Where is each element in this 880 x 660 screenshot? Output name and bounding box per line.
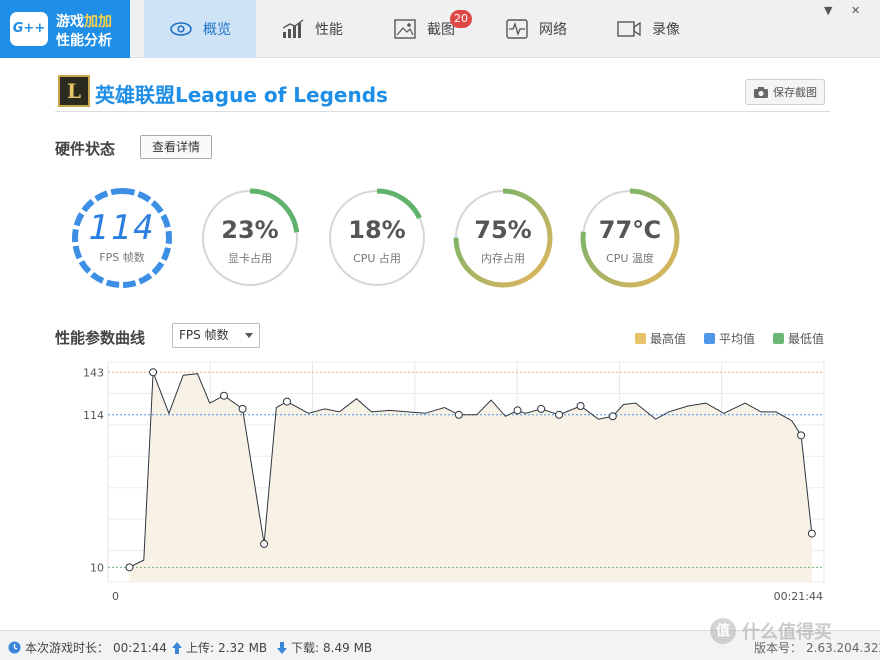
duration-label: 本次游戏时长： xyxy=(25,641,110,655)
cpu-temp-gauge: 77℃ CPU 温度 xyxy=(578,186,682,290)
metric-select[interactable]: FPS 帧数 xyxy=(172,323,260,348)
fps-data-point xyxy=(608,412,617,421)
fps-data-point xyxy=(576,402,585,410)
duration-value: 00:21:44 xyxy=(113,640,167,655)
x-end-label: 00:21:44 xyxy=(774,590,823,603)
cpu-usage-gauge: 18% CPU 占用 xyxy=(325,186,429,290)
tab-label: 概览 xyxy=(203,22,231,38)
fps-area xyxy=(129,372,812,582)
screenshot-count-badge: 20 xyxy=(450,10,472,28)
arrow-down-icon xyxy=(277,641,287,654)
fps-data-point xyxy=(260,539,269,548)
tab-label: 网络 xyxy=(539,22,567,38)
tab-label: 性能 xyxy=(315,22,343,38)
x-start-label: 0 xyxy=(112,590,119,603)
fps-data-point xyxy=(283,397,291,406)
download-stat: 下载: 8.49 MB xyxy=(277,639,372,656)
save-screenshot-button[interactable]: 保存截图 xyxy=(745,79,825,105)
cpu-temp-value: 77℃ xyxy=(598,216,662,244)
clock-icon xyxy=(8,641,21,654)
legend-swatch-max xyxy=(635,333,646,344)
memory-usage-gauge: 75% 内存占用 xyxy=(451,186,555,290)
reference-label-114: 114 xyxy=(83,409,104,422)
game-logo: L xyxy=(58,75,90,107)
download-value: 8.49 MB xyxy=(323,640,373,655)
fps-data-point xyxy=(797,431,806,440)
camera-icon xyxy=(754,86,768,98)
menu-dropdown-icon[interactable]: ▼ xyxy=(824,4,832,17)
reference-label-143: 143 xyxy=(83,366,104,379)
tab-performance[interactable]: 性能 xyxy=(256,0,368,58)
fps-line-chart: 143 114 10 0 00:21:44 xyxy=(83,361,825,603)
logo-badge: G++ xyxy=(10,12,48,46)
pulse-icon xyxy=(506,19,528,39)
game-duration: 本次游戏时长： 00:21:44 xyxy=(8,639,167,656)
memory-usage-label: 内存占用 xyxy=(481,252,525,265)
fps-data-point xyxy=(513,406,522,415)
game-title: 英雄联盟League of Legends xyxy=(95,83,388,107)
top-bar: G++ 游戏加加 性能分析 概览 性能 截图 20 网络 录像 ▼ ✕ xyxy=(0,0,880,58)
view-details-button[interactable]: 查看详情 xyxy=(140,135,212,159)
cpu-usage-value: 18% xyxy=(348,216,406,244)
fps-data-point xyxy=(807,529,816,538)
gpu-usage-value: 23% xyxy=(221,216,279,244)
tab-overview[interactable]: 概览 xyxy=(144,0,256,58)
legend-min: 最低值 xyxy=(773,330,824,347)
memory-usage-value: 75% xyxy=(474,216,532,244)
image-icon xyxy=(394,19,416,39)
tab-screenshot[interactable]: 截图 20 xyxy=(368,0,480,58)
fps-gauge: 114 FPS 帧数 xyxy=(70,186,174,290)
gpu-usage-gauge: 23% 显卡占用 xyxy=(198,186,302,290)
cpu-usage-label: CPU 占用 xyxy=(353,252,401,265)
cpu-temp-label: CPU 温度 xyxy=(606,252,654,265)
fps-data-point xyxy=(149,368,158,377)
video-icon xyxy=(617,21,641,37)
gpu-usage-label: 显卡占用 xyxy=(228,252,272,265)
fps-data-point xyxy=(238,404,247,413)
legend-label-avg: 平均值 xyxy=(719,332,756,346)
logo-text-a: 游戏 xyxy=(56,14,84,30)
fps-label: FPS 帧数 xyxy=(99,251,145,264)
tab-recording[interactable]: 录像 xyxy=(592,0,704,58)
watermark-logo: 值 xyxy=(710,618,736,644)
legend-avg: 平均值 xyxy=(704,330,755,347)
legend-max: 最高值 xyxy=(635,330,686,347)
legend-label-min: 最低值 xyxy=(788,332,825,346)
chevron-down-icon xyxy=(245,333,253,338)
fps-data-point xyxy=(537,404,546,413)
upload-value: 2.32 MB xyxy=(218,640,268,655)
reference-label-10: 10 xyxy=(90,561,104,574)
performance-curve-title: 性能参数曲线 xyxy=(55,329,146,347)
hardware-status-title: 硬件状态 xyxy=(55,140,116,158)
upload-label: 上传: xyxy=(186,641,215,655)
eye-icon xyxy=(170,22,192,36)
legend-label-max: 最高值 xyxy=(650,332,687,346)
fps-data-point xyxy=(454,410,463,419)
header-divider xyxy=(55,111,830,112)
fps-data-point xyxy=(219,391,228,400)
arrow-up-icon xyxy=(172,641,182,654)
legend-swatch-min xyxy=(773,333,784,344)
tab-label: 录像 xyxy=(652,22,680,38)
watermark-text: 什么值得买 xyxy=(742,622,832,643)
tab-network[interactable]: 网络 xyxy=(480,0,592,58)
download-label: 下载: xyxy=(291,641,320,655)
fps-value: 114 xyxy=(88,208,156,248)
metric-select-value: FPS 帧数 xyxy=(179,328,229,342)
upload-stat: 上传: 2.32 MB xyxy=(172,639,267,656)
watermark: 值 什么值得买 xyxy=(710,618,832,644)
logo-text-b: 加加 xyxy=(84,14,112,30)
logo-line2: 性能分析 xyxy=(56,33,112,49)
fps-data-point xyxy=(555,410,564,419)
bar-chart-icon xyxy=(282,19,304,38)
fps-data-point xyxy=(125,563,134,572)
close-icon[interactable]: ✕ xyxy=(851,4,860,17)
legend-swatch-avg xyxy=(704,333,715,344)
save-screenshot-label: 保存截图 xyxy=(773,86,817,99)
logo-line1: 游戏加加 xyxy=(56,11,112,31)
app-logo: G++ 游戏加加 性能分析 xyxy=(0,0,130,58)
